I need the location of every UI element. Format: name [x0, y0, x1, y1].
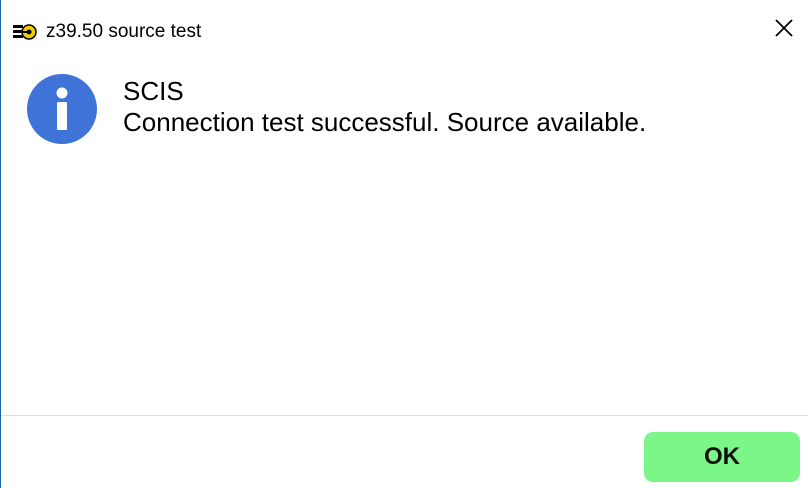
close-button[interactable] — [764, 10, 804, 50]
info-icon — [27, 74, 97, 144]
yellow-key-app-icon — [13, 23, 37, 41]
title-bar: z39.50 source test — [1, 0, 808, 64]
button-footer: OK — [1, 416, 808, 488]
message-content: SCIS Connection test successful. Source … — [1, 64, 808, 415]
message-body: Connection test successful. Source avail… — [123, 107, 647, 137]
message-dialog: z39.50 source test SCIS Connection test … — [0, 0, 808, 488]
close-icon — [774, 18, 794, 43]
ok-button[interactable]: OK — [644, 432, 800, 482]
window-title: z39.50 source test — [46, 21, 202, 42]
message-title: SCIS — [123, 76, 184, 106]
